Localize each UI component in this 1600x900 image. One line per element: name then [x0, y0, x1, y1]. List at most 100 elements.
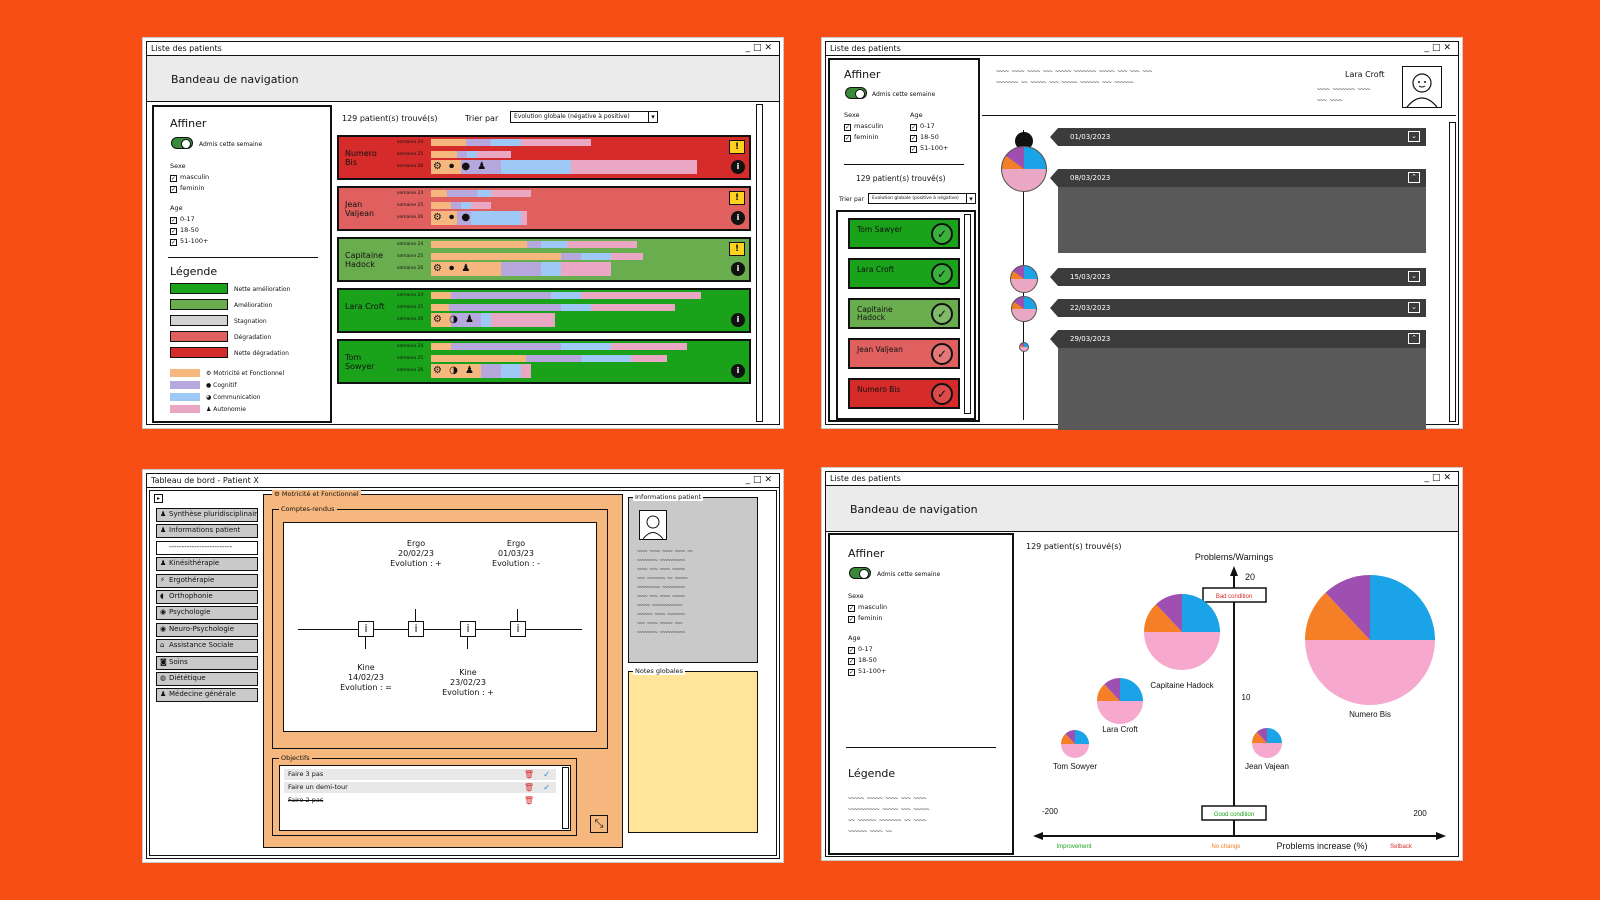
progress-bar-segment [491, 313, 555, 327]
report-info-button[interactable]: i [358, 621, 374, 637]
warning-icon[interactable]: ! [729, 191, 745, 205]
scrollbar[interactable] [756, 104, 763, 422]
info-icon[interactable]: i [731, 364, 745, 378]
window-controls[interactable]: _□✕ [745, 474, 775, 487]
patient-card[interactable]: Capitaine Hadock ✓ [848, 298, 960, 329]
admitted-toggle[interactable] [171, 137, 193, 149]
patient-row[interactable]: Numero Bis semaine 24 semaine 25 semaine 26… [337, 135, 751, 180]
age-0-17-checkbox[interactable]: ✓ 0-17 [910, 122, 935, 131]
objective-item[interactable]: Faire 3 pas 🗑 ✓ [284, 769, 556, 780]
expand-icon[interactable]: ⌄ [1408, 302, 1420, 313]
delete-icon[interactable]: 🗑 [524, 795, 534, 806]
check-icon[interactable]: ✓ [543, 769, 550, 780]
info-icon[interactable]: i [731, 313, 745, 327]
sidebar-menu-item[interactable]: ♟ Kinésithérapie [156, 557, 258, 572]
warning-icon[interactable]: ! [729, 242, 745, 256]
menu-label: Neuro-Psychologie [169, 624, 235, 633]
info-icon[interactable]: i [731, 211, 745, 225]
legend-label: Dégradation [234, 334, 272, 341]
date-entry-header[interactable]: 29/03/2023 ⌃ [1050, 330, 1426, 348]
expand-icon[interactable]: ⌄ [1408, 271, 1420, 282]
age-18-50-checkbox[interactable]: ✓ 18-50 [910, 133, 939, 142]
objective-item[interactable]: Faire un demi-tour 🗑 ✓ [284, 782, 556, 793]
age-51-100-checkbox[interactable]: ✓ 51-100+ [910, 144, 948, 153]
delete-icon[interactable]: 🗑 [524, 769, 534, 780]
date-entry-header[interactable]: 15/03/2023 ⌄ [1050, 268, 1426, 286]
age-18-50-checkbox[interactable]: ✓ 18-50 [848, 656, 877, 665]
menu-label: Assistance Sociale [169, 641, 234, 650]
sidebar-menu-item[interactable]: ◉ Psychologie [156, 606, 258, 621]
patient-row[interactable]: Capitaine Hadock semaine 24 semaine 25 sema… [337, 237, 751, 282]
age-51-100-checkbox[interactable]: ✓ 51-100+ [848, 667, 886, 676]
sort-select[interactable]: Evolution globale (négative à positive) [510, 111, 658, 123]
info-icon[interactable]: i [731, 160, 745, 174]
sex-male-checkbox[interactable]: ✓ masculin [848, 603, 887, 612]
patient-card[interactable]: Tom Sawyer ✓ [848, 218, 960, 249]
axis-swatch [170, 381, 200, 389]
patient-card[interactable]: Numero Bis ✓ [848, 378, 960, 409]
collapse-icon[interactable]: ⤡ [590, 815, 608, 833]
report-info-button[interactable]: i [460, 621, 476, 637]
age-18-50-checkbox[interactable]: ✓ 18-50 [170, 226, 199, 235]
x-max-label: 200 [1413, 809, 1427, 818]
window-controls[interactable]: _□✕ [745, 42, 775, 55]
sidebar-menu-item[interactable]: ♟ Synthèse pluridisciplinaire [156, 508, 258, 522]
collapse-icon[interactable]: ⌃ [1408, 333, 1420, 344]
progress-bar-segment [611, 343, 687, 350]
sidebar-menu-item[interactable]: ♟ Médecine générale [156, 688, 258, 703]
progress-bar-segment [551, 292, 581, 299]
navigation-bar[interactable]: Bandeau de navigation [147, 56, 779, 102]
sidebar-menu-item[interactable]: ⌂ Assistance Sociale [156, 639, 258, 654]
expand-icon[interactable]: ⌄ [1408, 131, 1420, 142]
age-51-100-checkbox[interactable]: ✓ 51-100+ [170, 237, 208, 246]
check-icon[interactable]: ✓ [931, 223, 953, 245]
sidebar-menu-item[interactable]: ◙ Soins [156, 655, 258, 670]
sidebar-menu-item[interactable]: ◖ Orthophonie [156, 590, 258, 604]
legend-swatch [170, 331, 228, 342]
admitted-toggle[interactable] [849, 567, 871, 579]
progress-bar-segment [431, 151, 457, 158]
report-info-button[interactable]: i [510, 621, 526, 637]
patient-card[interactable]: Lara Croft ✓ [848, 258, 960, 289]
progress-bar-segment [431, 253, 561, 260]
window-controls[interactable]: _□✕ [1424, 472, 1454, 485]
sidebar-menu-item[interactable]: ◍ Diététique [156, 672, 258, 686]
check-icon[interactable]: ✓ [931, 303, 953, 325]
sort-select[interactable]: Evolution globale (positive à négative) [868, 193, 976, 204]
sex-female-checkbox[interactable]: ✓ feminin [844, 133, 878, 142]
patient-row[interactable]: Lara Croft semaine 24 semaine 25 semaine 26… [337, 288, 751, 333]
sidebar-menu-item[interactable]: ♟ Informations patient [156, 524, 258, 539]
age-0-17-checkbox[interactable]: ✓ 0-17 [848, 645, 873, 654]
scrollbar[interactable] [562, 767, 569, 829]
date-entry-header[interactable]: 08/03/2023 ⌃ [1050, 169, 1426, 187]
scrollbar[interactable] [964, 214, 971, 414]
collapse-button[interactable]: ▸ [154, 494, 163, 503]
sidebar-menu-item[interactable]: ⚡ Ergothérapie [156, 573, 258, 588]
admitted-toggle[interactable] [845, 87, 867, 99]
report-info-button[interactable]: i [408, 621, 424, 637]
window-controls[interactable]: _□✕ [1424, 42, 1454, 55]
delete-icon[interactable]: 🗑 [524, 782, 534, 793]
sidebar-menu-item[interactable]: ◉ Neuro-Psychologie [156, 622, 258, 637]
patient-card[interactable]: Jean Valjean ✓ [848, 338, 960, 369]
warning-icon[interactable]: ! [729, 140, 745, 154]
navigation-bar[interactable]: Bandeau de navigation [826, 486, 1458, 532]
collapse-icon[interactable]: ⌃ [1408, 172, 1420, 183]
check-icon[interactable]: ✓ [931, 263, 953, 285]
week-label: semaine 26 [397, 215, 424, 220]
patient-row[interactable]: Jean Valjean semaine 24 semaine 25 semaine … [337, 186, 751, 231]
check-icon[interactable]: ✓ [543, 782, 550, 793]
date-entry-header[interactable]: 01/03/2023 ⌄ [1050, 128, 1426, 146]
sex-female-checkbox[interactable]: ✓ feminin [170, 184, 204, 193]
sex-male-checkbox[interactable]: ✓ masculin [170, 173, 209, 182]
check-icon[interactable]: ✓ [931, 343, 953, 365]
sex-male-checkbox[interactable]: ✓ masculin [844, 122, 883, 131]
age-0-17-checkbox[interactable]: ✓ 0-17 [170, 215, 195, 224]
check-icon[interactable]: ✓ [931, 383, 953, 405]
patient-row[interactable]: Tom Sowyer semaine 24 semaine 25 semaine 26… [337, 339, 751, 384]
info-icon[interactable]: i [731, 262, 745, 276]
objective-item[interactable]: Faire 2 pas 🗑 [284, 795, 556, 806]
scrollbar[interactable] [1449, 122, 1456, 422]
sex-female-checkbox[interactable]: ✓ feminin [848, 614, 882, 623]
date-entry-header[interactable]: 22/03/2023 ⌄ [1050, 299, 1426, 317]
